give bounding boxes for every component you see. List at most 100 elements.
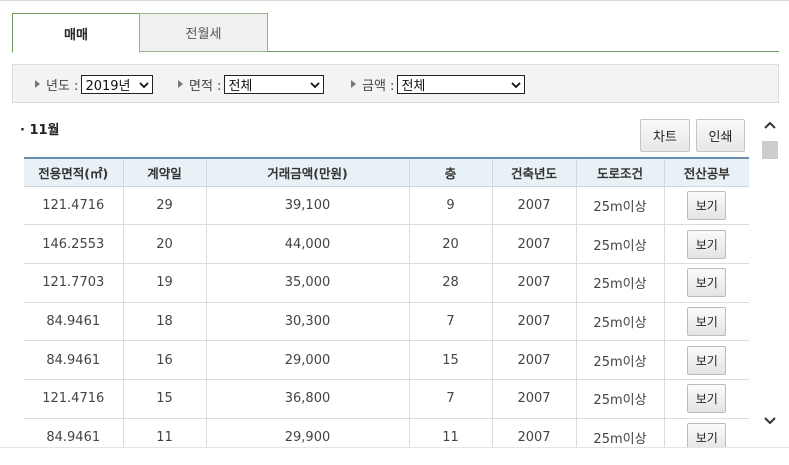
cell-contract-day: 19 bbox=[123, 263, 207, 303]
filter-amount-label: 금액 : bbox=[362, 78, 395, 94]
cell-price: 44,000 bbox=[206, 224, 410, 264]
view-button[interactable]: 보기 bbox=[687, 190, 727, 220]
view-button[interactable]: 보기 bbox=[687, 422, 727, 447]
cell-contract-day: 16 bbox=[123, 340, 207, 380]
cell-price: 30,300 bbox=[206, 302, 410, 342]
header-road: 도로조건 bbox=[576, 157, 665, 187]
cell-area: 121.4716 bbox=[24, 379, 124, 419]
view-button[interactable]: 보기 bbox=[687, 306, 727, 336]
year-select-value: 2019년 bbox=[85, 78, 131, 94]
chevron-up-icon bbox=[764, 121, 776, 129]
cell-build-year: 2007 bbox=[492, 224, 577, 264]
cell-area: 84.9461 bbox=[24, 340, 124, 380]
view-button[interactable]: 보기 bbox=[687, 229, 727, 259]
cell-build-year: 2007 bbox=[492, 379, 577, 419]
amount-select[interactable]: 전체 bbox=[397, 74, 526, 94]
bottom-divider bbox=[0, 447, 789, 448]
view-button[interactable]: 보기 bbox=[687, 268, 727, 298]
cell-road: 25m이상 bbox=[576, 186, 665, 226]
top-divider bbox=[0, 0, 789, 1]
scroll-thumb[interactable] bbox=[762, 141, 778, 159]
chevron-down-icon bbox=[511, 81, 522, 88]
cell-price: 35,000 bbox=[206, 263, 410, 303]
cell-floor: 15 bbox=[409, 340, 493, 380]
cell-build-year: 2007 bbox=[492, 263, 577, 303]
cell-build-year: 2007 bbox=[492, 340, 577, 380]
tab-sale[interactable]: 매매 bbox=[12, 13, 140, 53]
triangle-right-icon bbox=[351, 80, 356, 88]
cell-area: 146.2553 bbox=[24, 224, 124, 264]
cell-build-year: 2007 bbox=[492, 418, 577, 447]
cell-registry: 보기 bbox=[664, 263, 749, 303]
chevron-down-icon bbox=[139, 81, 150, 88]
cell-contract-day: 11 bbox=[123, 418, 207, 447]
cell-floor: 28 bbox=[409, 263, 493, 303]
cell-registry: 보기 bbox=[664, 224, 749, 264]
transactions-table: 전용면적(㎡) 계약일 거래금액(만원) 층 건축년도 도로조건 전산공부 12… bbox=[24, 157, 749, 447]
cell-contract-day: 20 bbox=[123, 224, 207, 264]
cell-floor: 7 bbox=[409, 302, 493, 342]
cell-price: 36,800 bbox=[206, 379, 410, 419]
vertical-scrollbar[interactable] bbox=[761, 114, 779, 432]
cell-area: 121.4716 bbox=[24, 186, 124, 226]
tab-bar: 매매 전월세 bbox=[12, 13, 779, 53]
cell-registry: 보기 bbox=[664, 340, 749, 380]
cell-area: 121.7703 bbox=[24, 263, 124, 303]
table-row: 146.2553 20 44,000 20 2007 25m이상 보기 bbox=[24, 224, 749, 264]
filter-area: 면적 : 전체 bbox=[178, 74, 325, 94]
table-row: 84.9461 16 29,000 15 2007 25m이상 보기 bbox=[24, 340, 749, 380]
cell-road: 25m이상 bbox=[576, 263, 665, 303]
chevron-down-icon bbox=[764, 417, 776, 425]
triangle-right-icon bbox=[178, 80, 183, 88]
cell-road: 25m이상 bbox=[576, 340, 665, 380]
cell-floor: 7 bbox=[409, 379, 493, 419]
year-select[interactable]: 2019년 bbox=[81, 74, 154, 94]
table-row: 84.9461 11 29,900 11 2007 25m이상 보기 bbox=[24, 418, 749, 447]
header-build-year: 건축년도 bbox=[492, 157, 577, 187]
filter-year: 년도 : 2019년 bbox=[35, 74, 154, 94]
cell-build-year: 2007 bbox=[492, 302, 577, 342]
filter-area-label: 면적 : bbox=[189, 78, 222, 94]
month-title: · 11월 bbox=[20, 123, 60, 138]
cell-floor: 11 bbox=[409, 418, 493, 447]
area-select[interactable]: 전체 bbox=[224, 74, 325, 94]
view-button[interactable]: 보기 bbox=[687, 384, 727, 414]
tab-rent[interactable]: 전월세 bbox=[139, 13, 268, 52]
table-header-row: 전용면적(㎡) 계약일 거래금액(만원) 층 건축년도 도로조건 전산공부 bbox=[24, 157, 749, 187]
filter-year-label: 년도 : bbox=[46, 78, 79, 94]
cell-road: 25m이상 bbox=[576, 379, 665, 419]
table-row: 121.7703 19 35,000 28 2007 25m이상 보기 bbox=[24, 263, 749, 303]
view-button[interactable]: 보기 bbox=[687, 345, 727, 375]
cell-road: 25m이상 bbox=[576, 418, 665, 447]
cell-price: 29,900 bbox=[206, 418, 410, 447]
chart-button[interactable]: 차트 bbox=[640, 119, 690, 152]
cell-area: 84.9461 bbox=[24, 302, 124, 342]
cell-floor: 20 bbox=[409, 224, 493, 264]
cell-contract-day: 29 bbox=[123, 186, 207, 226]
cell-registry: 보기 bbox=[664, 186, 749, 226]
triangle-right-icon bbox=[35, 80, 40, 88]
cell-price: 39,100 bbox=[206, 186, 410, 226]
transactions-table-wrapper: 전용면적(㎡) 계약일 거래금액(만원) 층 건축년도 도로조건 전산공부 12… bbox=[24, 157, 749, 447]
cell-road: 25m이상 bbox=[576, 302, 665, 342]
header-contract-day: 계약일 bbox=[123, 157, 207, 187]
cell-registry: 보기 bbox=[664, 379, 749, 419]
cell-price: 29,000 bbox=[206, 340, 410, 380]
chevron-down-icon bbox=[310, 81, 321, 88]
filter-amount: 금액 : 전체 bbox=[351, 74, 526, 94]
cell-registry: 보기 bbox=[664, 302, 749, 342]
print-button[interactable]: 인쇄 bbox=[696, 119, 745, 152]
table-row: 121.4716 15 36,800 7 2007 25m이상 보기 bbox=[24, 379, 749, 419]
header-price: 거래금액(만원) bbox=[206, 157, 410, 187]
amount-select-value: 전체 bbox=[401, 78, 426, 94]
cell-contract-day: 15 bbox=[123, 379, 207, 419]
header-registry: 전산공부 bbox=[664, 157, 749, 187]
header-floor: 층 bbox=[409, 157, 493, 187]
table-row: 121.4716 29 39,100 9 2007 25m이상 보기 bbox=[24, 186, 749, 226]
area-select-value: 전체 bbox=[228, 78, 253, 94]
cell-build-year: 2007 bbox=[492, 186, 577, 226]
scroll-up-button[interactable] bbox=[761, 114, 779, 136]
cell-contract-day: 18 bbox=[123, 302, 207, 342]
cell-road: 25m이상 bbox=[576, 224, 665, 264]
scroll-down-button[interactable] bbox=[761, 410, 779, 432]
